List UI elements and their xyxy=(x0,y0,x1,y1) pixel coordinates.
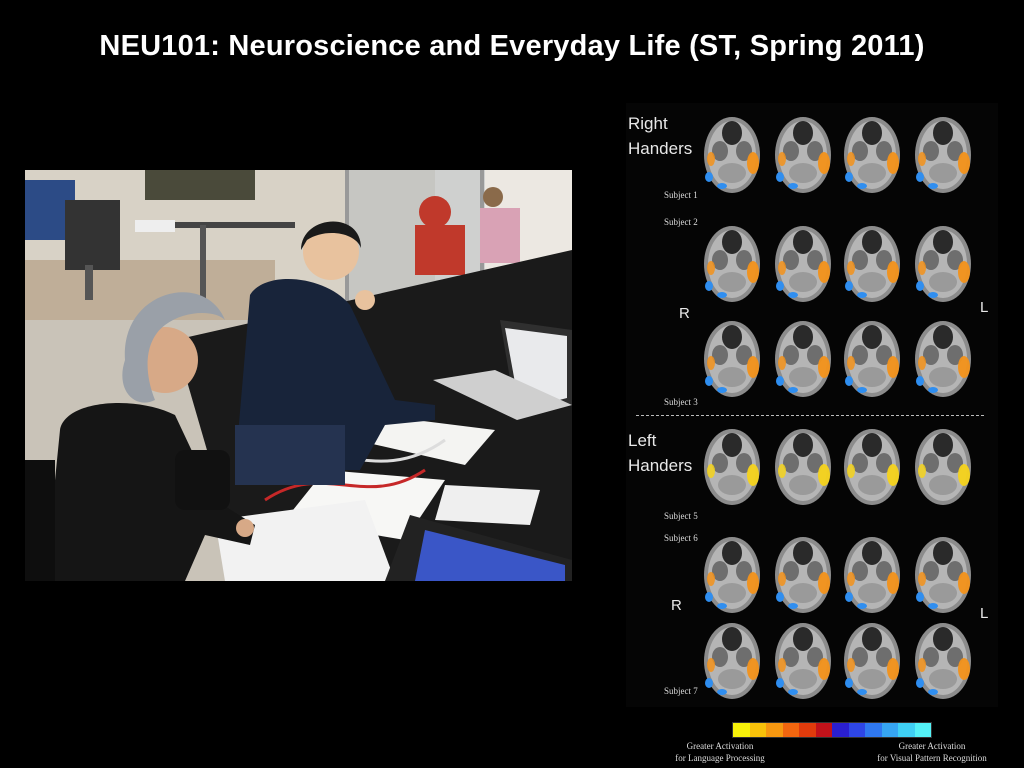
group-divider xyxy=(636,415,984,416)
color-bar-swatch xyxy=(865,723,882,737)
brain-scan-thumbnail xyxy=(771,531,835,617)
subject-label: Subject 1 xyxy=(664,190,698,200)
subject-label: Subject 3 xyxy=(664,397,698,407)
brain-scan-thumbnail xyxy=(911,111,975,197)
brain-scan-thumbnail xyxy=(911,617,975,703)
color-bar-swatch xyxy=(815,723,832,737)
subject-label: Subject 7 xyxy=(664,686,698,696)
brain-scan-thumbnail xyxy=(700,315,764,401)
brain-scan-thumbnail xyxy=(700,531,764,617)
activation-color-bar xyxy=(732,722,932,738)
brain-scan-thumbnail xyxy=(840,315,904,401)
slide-title: NEU101: Neuroscience and Everyday Life (… xyxy=(99,30,925,62)
legend-visual-label: Greater Activation for Visual Pattern Re… xyxy=(862,740,1002,764)
group-label-left-handers: Left Handers xyxy=(628,428,692,478)
brain-scan-thumbnail xyxy=(911,423,975,509)
color-bar-swatch xyxy=(832,723,849,737)
brain-scan-thumbnail xyxy=(700,617,764,703)
color-bar-swatch xyxy=(898,723,915,737)
brain-scan-thumbnail xyxy=(700,111,764,197)
subject-label: Subject 6 xyxy=(664,533,698,543)
group-label-right-handers: Right Handers xyxy=(628,111,692,161)
side-label-l: L xyxy=(980,605,989,622)
color-bar-swatch xyxy=(881,723,898,737)
legend-visual-line2: for Visual Pattern Recognition xyxy=(877,753,987,763)
side-label-r: R xyxy=(679,305,690,322)
group-label-line2: Handers xyxy=(628,456,693,475)
color-bar-swatch xyxy=(799,723,816,737)
color-bar-swatch xyxy=(848,723,865,737)
brain-scan-thumbnail xyxy=(911,220,975,306)
brain-scan-thumbnail xyxy=(911,315,975,401)
group-label-line1: Right xyxy=(628,114,668,133)
brain-scan-thumbnail xyxy=(771,423,835,509)
brain-scan-thumbnail xyxy=(700,220,764,306)
classroom-photo xyxy=(25,170,572,581)
legend-language-line2: for Language Processing xyxy=(675,753,765,763)
color-bar-swatch xyxy=(914,723,931,737)
brain-scan-thumbnail xyxy=(840,423,904,509)
color-bar-swatch xyxy=(782,723,799,737)
color-bar-swatch xyxy=(749,723,766,737)
color-bar-swatch xyxy=(733,723,750,737)
subject-label: Subject 2 xyxy=(664,217,698,227)
brain-scan-thumbnail xyxy=(911,531,975,617)
brain-scan-thumbnail xyxy=(840,531,904,617)
brain-scan-thumbnail xyxy=(840,220,904,306)
brain-scan-thumbnail xyxy=(771,315,835,401)
side-label-l: L xyxy=(980,299,989,316)
subject-label: Subject 5 xyxy=(664,511,698,521)
brain-scan-thumbnail xyxy=(771,220,835,306)
brain-scan-thumbnail xyxy=(771,111,835,197)
fmri-figure: Right Handers Subject 1 Subject 2 Subjec… xyxy=(626,103,998,707)
group-label-line1: Left xyxy=(628,431,657,450)
legend-visual-line1: Greater Activation xyxy=(898,741,966,751)
legend-language-line1: Greater Activation xyxy=(686,741,754,751)
brain-scan-thumbnail xyxy=(771,617,835,703)
legend-language-label: Greater Activation for Language Processi… xyxy=(660,740,780,764)
brain-scan-thumbnail xyxy=(700,423,764,509)
brain-scan-thumbnail xyxy=(840,617,904,703)
color-bar-swatch xyxy=(766,723,783,737)
brain-scan-thumbnail xyxy=(840,111,904,197)
group-label-line2: Handers xyxy=(628,139,693,158)
side-label-r: R xyxy=(671,597,682,614)
